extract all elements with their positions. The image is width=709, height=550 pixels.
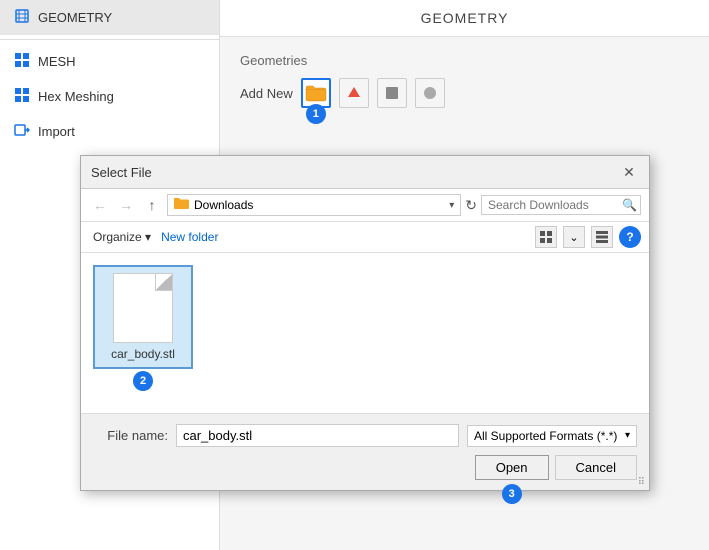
dialog-toolbar: Organize ▾ New folder ⌄ ? — [81, 222, 649, 253]
refresh-button[interactable]: ↻ — [465, 197, 477, 214]
up-button[interactable]: ↑ — [141, 194, 163, 216]
format-label: All Supported Formats (*.*) — [474, 429, 621, 443]
resize-handle[interactable]: ⠿ — [638, 477, 645, 488]
sidebar-item-label-mesh: MESH — [38, 54, 76, 69]
file-icon — [113, 273, 173, 343]
badge-2: 2 — [133, 371, 153, 391]
action-row: Open 3 Cancel — [93, 455, 637, 480]
sidebar-item-hex-meshing[interactable]: Hex Meshing — [0, 79, 219, 114]
dialog-title: Select File — [91, 165, 152, 180]
search-input[interactable] — [488, 198, 618, 212]
add-new-row: Add New 1 — [240, 78, 689, 108]
view-icon — [539, 230, 553, 244]
dialog-bottom: File name: All Supported Formats (*.*) ▾… — [81, 413, 649, 490]
badge-3: 3 — [502, 484, 522, 504]
sidebar-item-label-geometry: GEOMETRY — [38, 10, 112, 25]
folder-icon — [305, 84, 327, 102]
format-dropdown-arrow: ▾ — [625, 430, 630, 441]
new-folder-button[interactable]: New folder — [161, 230, 218, 244]
hex-icon — [14, 87, 30, 106]
geometries-label: Geometries — [240, 53, 689, 68]
file-item-car-body[interactable]: car_body.stl — [93, 265, 193, 369]
format-select[interactable]: All Supported Formats (*.*) ▾ — [467, 425, 637, 447]
sphere-icon — [422, 85, 438, 101]
gray-shape-icon — [384, 85, 400, 101]
badge-1: 1 — [306, 104, 326, 124]
help-button[interactable]: ? — [619, 226, 641, 248]
geometries-section: Geometries Add New 1 — [220, 37, 709, 124]
sidebar-item-label-hex-meshing: Hex Meshing — [38, 89, 114, 104]
import-icon — [14, 122, 30, 141]
folder-nav-icon — [174, 197, 190, 213]
organize-label: Organize — [93, 230, 142, 244]
organize-button[interactable]: Organize ▾ — [89, 228, 155, 246]
mesh-icon — [14, 52, 30, 71]
folder-small-icon — [174, 197, 190, 210]
file-select-dialog: Select File ✕ ← → ↑ Downloads ▾ ↻ 🔍 Orga… — [80, 155, 650, 491]
view-arrow-button[interactable]: ⌄ — [563, 226, 585, 248]
sidebar-item-mesh[interactable]: MESH — [0, 44, 219, 79]
dialog-nav: ← → ↑ Downloads ▾ ↻ 🔍 — [81, 189, 649, 222]
sidebar-item-geometry[interactable]: GEOMETRY — [0, 0, 219, 35]
file-name-input[interactable] — [176, 424, 459, 447]
add-shape-gray-button[interactable] — [377, 78, 407, 108]
file-name-field-label: File name: — [93, 428, 168, 443]
sidebar-item-import[interactable]: Import — [0, 114, 219, 149]
nav-path-text: Downloads — [194, 198, 445, 212]
add-new-label: Add New — [240, 86, 293, 101]
forward-button[interactable]: → — [115, 194, 137, 216]
details-view-button[interactable] — [591, 226, 613, 248]
dialog-body: car_body.stl 2 — [81, 253, 649, 413]
search-box: 🔍 — [481, 195, 641, 215]
nav-path-dropdown[interactable]: ▾ — [449, 200, 454, 211]
close-button[interactable]: ✕ — [619, 162, 639, 182]
divider-1 — [0, 39, 219, 40]
add-file-button[interactable]: 1 — [301, 78, 331, 108]
file-name-label: car_body.stl — [111, 347, 175, 361]
geometry-icon — [14, 8, 30, 27]
nav-path[interactable]: Downloads ▾ — [167, 194, 461, 216]
organize-arrow: ▾ — [145, 230, 151, 244]
view-toggle-button[interactable] — [535, 226, 557, 248]
sidebar-item-label-import: Import — [38, 124, 75, 139]
details-icon — [595, 230, 609, 244]
search-icon: 🔍 — [622, 198, 637, 212]
add-sphere-button[interactable] — [415, 78, 445, 108]
red-shape-icon — [346, 85, 362, 101]
add-shape-red-button[interactable] — [339, 78, 369, 108]
cancel-button[interactable]: Cancel — [555, 455, 637, 480]
back-button[interactable]: ← — [89, 194, 111, 216]
file-name-row: File name: All Supported Formats (*.*) ▾ — [93, 424, 637, 447]
open-button[interactable]: Open — [475, 455, 549, 480]
dialog-titlebar: Select File ✕ — [81, 156, 649, 189]
main-title: GEOMETRY — [220, 0, 709, 37]
